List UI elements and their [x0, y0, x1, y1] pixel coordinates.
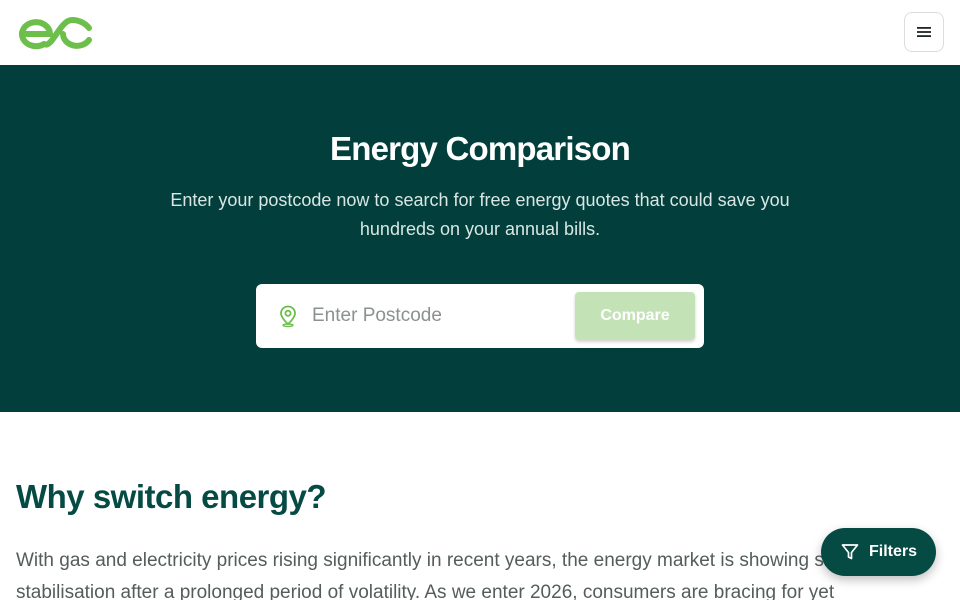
top-bar	[0, 0, 960, 65]
filter-icon	[841, 544, 859, 560]
hero-section: Energy Comparison Enter your postcode no…	[0, 65, 960, 412]
ec-logo[interactable]	[16, 13, 94, 51]
map-pin-icon	[280, 305, 296, 328]
why-switch-heading: Why switch energy?	[16, 478, 327, 515]
filters-button[interactable]: Filters	[821, 528, 936, 576]
compare-button[interactable]: Compare	[575, 292, 695, 340]
page-title: Energy Comparison	[330, 130, 631, 167]
menu-button[interactable]	[904, 12, 944, 52]
why-switch-paragraph: With gas and electricity prices rising s…	[16, 550, 880, 600]
postcode-input[interactable]	[312, 298, 562, 334]
postcode-search-form: Compare	[256, 284, 704, 348]
hero-subtitle: Enter your postcode now to search for fr…	[170, 190, 790, 239]
filters-label: Filters	[868, 543, 917, 560]
hamburger-menu-icon	[917, 27, 931, 37]
